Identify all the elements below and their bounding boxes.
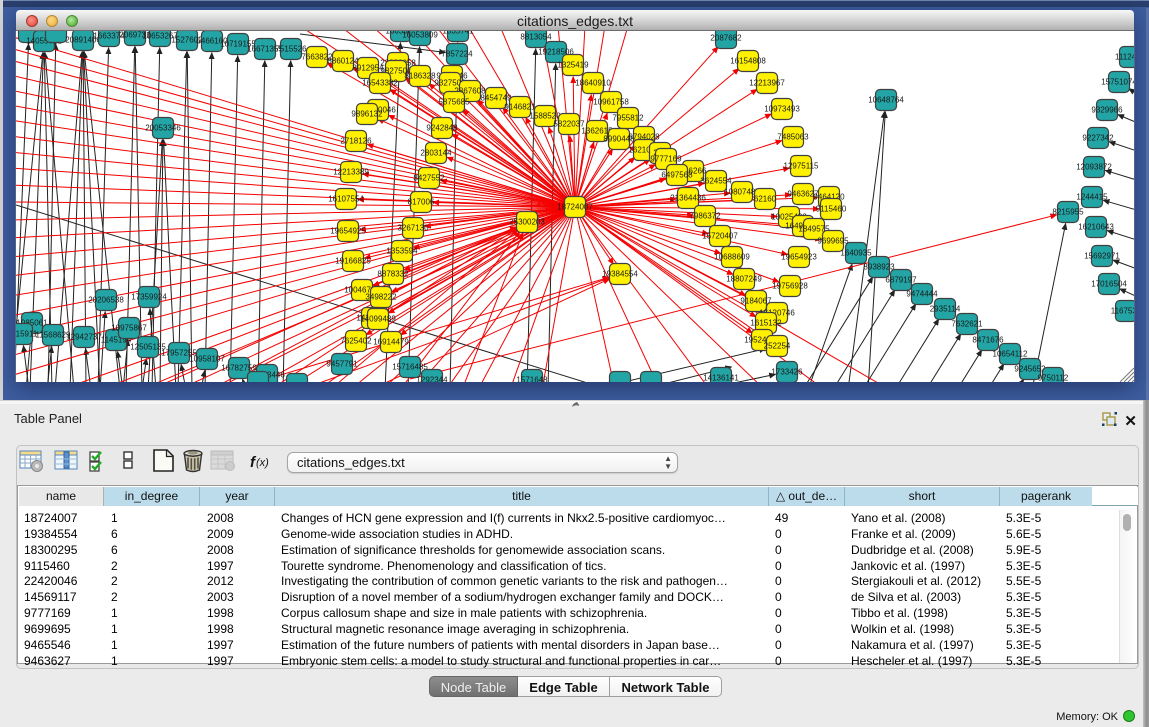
svg-text:18807249: 18807249: [726, 275, 762, 284]
svg-text:7625402: 7625402: [340, 337, 372, 346]
svg-text:9115460: 9115460: [816, 205, 847, 214]
svg-text:5875685: 5875685: [438, 98, 470, 107]
svg-text:2935114: 2935114: [930, 305, 961, 314]
svg-text:6497568: 6497568: [661, 171, 693, 180]
svg-text:12975115: 12975115: [784, 162, 820, 171]
svg-text:1835741: 1835741: [442, 31, 474, 36]
svg-text:9777169: 9777169: [650, 155, 682, 164]
svg-text:1112480: 1112480: [1115, 53, 1134, 62]
svg-text:8215955: 8215955: [1052, 208, 1084, 217]
svg-text:9474444: 9474444: [906, 290, 938, 299]
svg-text:817006: 817006: [408, 198, 435, 207]
svg-text:1571648: 1571648: [516, 376, 548, 383]
svg-text:7857224: 7857224: [441, 50, 473, 59]
svg-text:6879197: 6879197: [885, 276, 917, 285]
svg-text:9896132: 9896132: [351, 110, 383, 119]
svg-text:9227342: 9227342: [1082, 134, 1114, 143]
svg-text:9245652: 9245652: [1014, 365, 1046, 374]
svg-text:17016504: 17016504: [1091, 280, 1127, 289]
svg-text:3267130: 3267130: [397, 224, 429, 233]
svg-text:9329966: 9329966: [1091, 106, 1123, 115]
svg-text:16107554: 16107554: [328, 195, 364, 204]
svg-text:2087682: 2087682: [710, 34, 742, 43]
svg-text:7485063: 7485063: [777, 133, 809, 142]
svg-text:12213967: 12213967: [749, 79, 785, 88]
svg-text:7955812: 7955812: [612, 114, 644, 123]
svg-text:8471676: 8471676: [972, 336, 1004, 345]
svg-text:8427552: 8427552: [413, 174, 445, 183]
svg-text:16914479: 16914479: [373, 338, 409, 347]
svg-text:20053346: 20053346: [145, 124, 181, 133]
svg-text:19756928: 19756928: [772, 282, 808, 291]
svg-text:1244415: 1244415: [1076, 193, 1108, 202]
svg-text:8186328: 8186328: [404, 72, 436, 81]
svg-text:62160: 62160: [754, 195, 777, 204]
svg-text:15720407: 15720407: [702, 232, 738, 241]
svg-text:15692971: 15692971: [1084, 252, 1120, 261]
svg-text:10958107: 10958107: [189, 355, 225, 364]
svg-text:10654112: 10654112: [993, 350, 1029, 359]
svg-text:9699695: 9699695: [817, 237, 849, 246]
svg-text:12213389: 12213389: [333, 168, 369, 177]
svg-text:12942737: 12942737: [66, 333, 102, 342]
svg-text:9750112: 9750112: [1038, 374, 1069, 383]
svg-text:19654925: 19654925: [330, 227, 366, 236]
svg-text:16210643: 16210643: [1078, 223, 1114, 232]
svg-text:18640910: 18640910: [575, 79, 611, 88]
svg-text:14136141: 14136141: [703, 374, 739, 383]
svg-text:8878332: 8878332: [377, 270, 409, 279]
svg-text:9242848: 9242848: [426, 124, 458, 133]
svg-text:1615132: 1615132: [750, 319, 782, 328]
svg-text:8454749: 8454749: [480, 94, 512, 103]
svg-text:1325419: 1325419: [557, 61, 589, 70]
svg-text:7986372: 7986372: [689, 212, 721, 221]
svg-text:8938923: 8938923: [863, 263, 895, 272]
svg-text:15751074: 15751074: [1101, 78, 1134, 87]
svg-text:17359924: 17359924: [131, 293, 167, 302]
svg-text:3498222: 3498222: [365, 293, 397, 302]
svg-text:19384554: 19384554: [602, 270, 638, 279]
svg-text:16053809: 16053809: [402, 31, 438, 40]
svg-text:10961758: 10961758: [593, 98, 629, 107]
svg-text:2803144: 2803144: [420, 149, 452, 158]
svg-text:19654923: 19654923: [781, 253, 817, 262]
svg-text:16154808: 16154808: [730, 57, 766, 66]
svg-text:12093872: 12093872: [1076, 163, 1112, 172]
svg-text:10688609: 10688609: [714, 253, 750, 262]
svg-text:19166825: 19166825: [335, 257, 371, 266]
svg-text:8813054: 8813054: [520, 33, 552, 42]
svg-text:21364436: 21364436: [670, 194, 706, 203]
svg-text:9146821: 9146821: [504, 103, 536, 112]
svg-text:1733426: 1733426: [771, 368, 803, 377]
svg-text:3624554: 3624554: [700, 177, 732, 186]
svg-text:14099489: 14099489: [360, 315, 396, 324]
svg-text:7632621: 7632621: [951, 320, 983, 329]
svg-text:10973493: 10973493: [764, 105, 800, 114]
svg-text:2718126: 2718126: [340, 137, 372, 146]
svg-text:1640935: 1640935: [840, 249, 872, 258]
svg-text:16543382: 16543382: [362, 79, 398, 88]
svg-text:25300203: 25300203: [509, 218, 545, 227]
svg-text:252254: 252254: [764, 342, 791, 351]
svg-text:(x): (x): [256, 457, 269, 469]
svg-text:18724007: 18724007: [557, 203, 593, 212]
svg-text:9457791: 9457791: [326, 360, 358, 369]
svg-text:5822037: 5822037: [553, 120, 585, 129]
svg-text:20206538: 20206538: [88, 296, 124, 305]
svg-text:10648764: 10648764: [868, 96, 904, 105]
svg-text:1353594: 1353594: [386, 247, 418, 256]
svg-text:1167533: 1167533: [1111, 307, 1134, 316]
svg-text:10975867: 10975867: [111, 324, 147, 333]
svg-text:1292344: 1292344: [416, 376, 448, 383]
